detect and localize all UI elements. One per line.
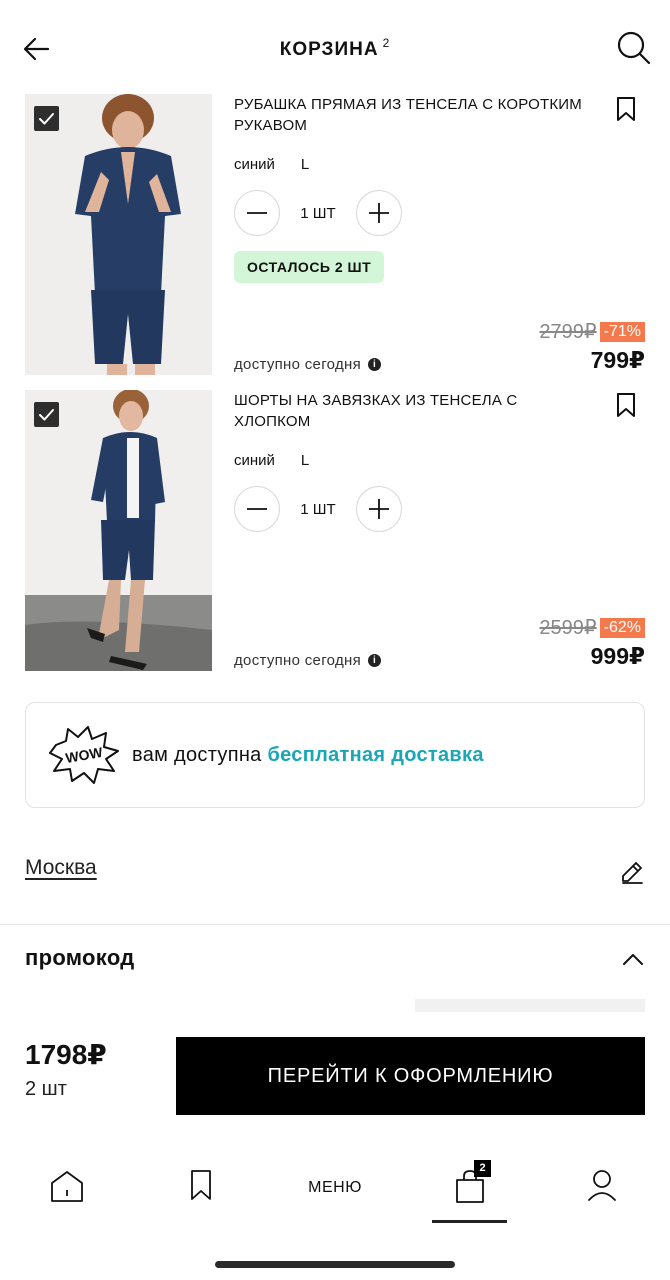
- product-name[interactable]: ШОРТЫ НА ЗАВЯЗКАХ ИЗ ТЕНСЕЛА С ХЛОПКОМ: [234, 390, 534, 432]
- section-divider: [0, 924, 670, 925]
- bookmark-button[interactable]: [614, 96, 638, 122]
- free-delivery-banner: WOW вам доступна бесплатная доставка: [25, 702, 645, 808]
- promo-code-section[interactable]: промокод: [25, 945, 645, 981]
- city-row: Москва: [25, 856, 645, 892]
- bookmark-icon: [617, 393, 635, 417]
- old-price: 2799₽: [539, 321, 597, 343]
- discount-badge: -71%: [599, 321, 645, 342]
- bookmark-button[interactable]: [614, 392, 638, 418]
- bookmark-icon: [191, 1170, 211, 1200]
- cart-count-badge: 2: [474, 1160, 491, 1177]
- delivery-message-text: вам доступна: [132, 743, 262, 766]
- checkbox-icon: [39, 113, 54, 125]
- plus-icon: [369, 203, 389, 223]
- quantity-value: 1 ШТ: [300, 500, 336, 518]
- search-icon: [617, 31, 651, 65]
- increase-quantity-button[interactable]: [356, 486, 402, 532]
- checkout-button[interactable]: ПЕРЕЙТИ К ОФОРМЛЕНИЮ: [176, 1037, 645, 1115]
- availability-text: доступно сегодня: [234, 652, 362, 669]
- product-photo-shirt[interactable]: [25, 94, 212, 375]
- product-size: L: [300, 452, 310, 469]
- quantity-stepper: 1 ШТ: [234, 190, 402, 236]
- product-attributes: синий L: [234, 452, 335, 469]
- delivery-message-accent: бесплатная доставка: [267, 743, 484, 766]
- tab-menu-label: МЕНЮ: [308, 1179, 362, 1196]
- select-checkbox[interactable]: [34, 402, 59, 427]
- current-price: 799₽: [590, 347, 645, 373]
- wow-badge-icon: WOW: [49, 726, 119, 784]
- info-icon[interactable]: i: [368, 654, 382, 667]
- increase-quantity-button[interactable]: [356, 190, 402, 236]
- product-color: синий: [234, 452, 275, 469]
- minus-icon: [247, 508, 267, 510]
- availability-status: доступно сегодня i: [234, 356, 382, 373]
- cart-item: ШОРТЫ НА ЗАВЯЗКАХ ИЗ ТЕНСЕЛА С ХЛОПКОМ с…: [0, 390, 670, 672]
- promo-code-title: промокод: [25, 945, 135, 970]
- price-block: 2599₽ -62% 999₽: [539, 615, 645, 670]
- edit-city-button[interactable]: [619, 859, 645, 885]
- minus-icon: [247, 212, 267, 214]
- tab-favorites[interactable]: [171, 1168, 231, 1208]
- promo-input-placeholder: [415, 999, 645, 1012]
- current-price: 999₽: [590, 643, 645, 669]
- tab-profile[interactable]: [572, 1168, 632, 1208]
- tab-home[interactable]: [37, 1168, 97, 1208]
- plus-icon: [369, 499, 389, 519]
- product-color: синий: [234, 156, 275, 173]
- quantity-stepper: 1 ШТ: [234, 486, 402, 532]
- quantity-value: 1 ШТ: [300, 204, 336, 222]
- product-name[interactable]: РУБАШКА ПРЯМАЯ ИЗ ТЕНСЕЛА С КОРОТКИМ РУК…: [234, 94, 612, 136]
- info-icon[interactable]: i: [368, 358, 382, 371]
- chevron-up-icon: [623, 954, 643, 965]
- product-photo-shorts[interactable]: [25, 390, 212, 671]
- city-link[interactable]: Москва: [25, 856, 97, 879]
- tab-menu[interactable]: МЕНЮ: [300, 1168, 370, 1208]
- checkbox-icon: [39, 409, 54, 421]
- bottom-tab-bar: МЕНЮ 2: [0, 1150, 670, 1230]
- decrease-quantity-button[interactable]: [234, 190, 280, 236]
- old-price-row: 2599₽ -62%: [539, 615, 645, 640]
- page-title: КОРЗИНА 2: [0, 36, 670, 61]
- price-block: 2799₽ -71% 799₽: [539, 319, 645, 374]
- discount-badge: -62%: [599, 617, 645, 638]
- total-item-count: 2 шт: [25, 1078, 67, 1100]
- old-price: 2599₽: [539, 617, 597, 639]
- availability-text: доступно сегодня: [234, 356, 362, 373]
- product-attributes: синий L: [234, 156, 335, 173]
- select-checkbox[interactable]: [34, 106, 59, 131]
- tab-cart[interactable]: 2: [440, 1160, 500, 1208]
- home-icon: [51, 1171, 83, 1202]
- home-indicator[interactable]: [215, 1261, 455, 1268]
- promo-toggle-button[interactable]: [621, 947, 645, 971]
- active-tab-indicator: [432, 1220, 507, 1223]
- cart-count-superscript: 2: [382, 36, 391, 50]
- stock-badge: ОСТАЛОСЬ 2 ШТ: [234, 251, 385, 283]
- availability-status: доступно сегодня i: [234, 652, 382, 669]
- product-size: L: [300, 156, 310, 173]
- header: КОРЗИНА 2: [0, 0, 670, 94]
- decrease-quantity-button[interactable]: [234, 486, 280, 532]
- old-price-row: 2799₽ -71%: [539, 319, 645, 344]
- profile-icon: [588, 1170, 616, 1201]
- search-button[interactable]: [616, 30, 652, 66]
- delivery-message: вам доступна бесплатная доставка: [132, 744, 484, 767]
- bookmark-icon: [617, 97, 635, 121]
- total-amount: 1798₽: [25, 1039, 107, 1070]
- page-title-text: КОРЗИНА: [279, 39, 379, 60]
- pencil-icon: [622, 862, 643, 884]
- cart-item: РУБАШКА ПРЯМАЯ ИЗ ТЕНСЕЛА С КОРОТКИМ РУК…: [0, 94, 670, 376]
